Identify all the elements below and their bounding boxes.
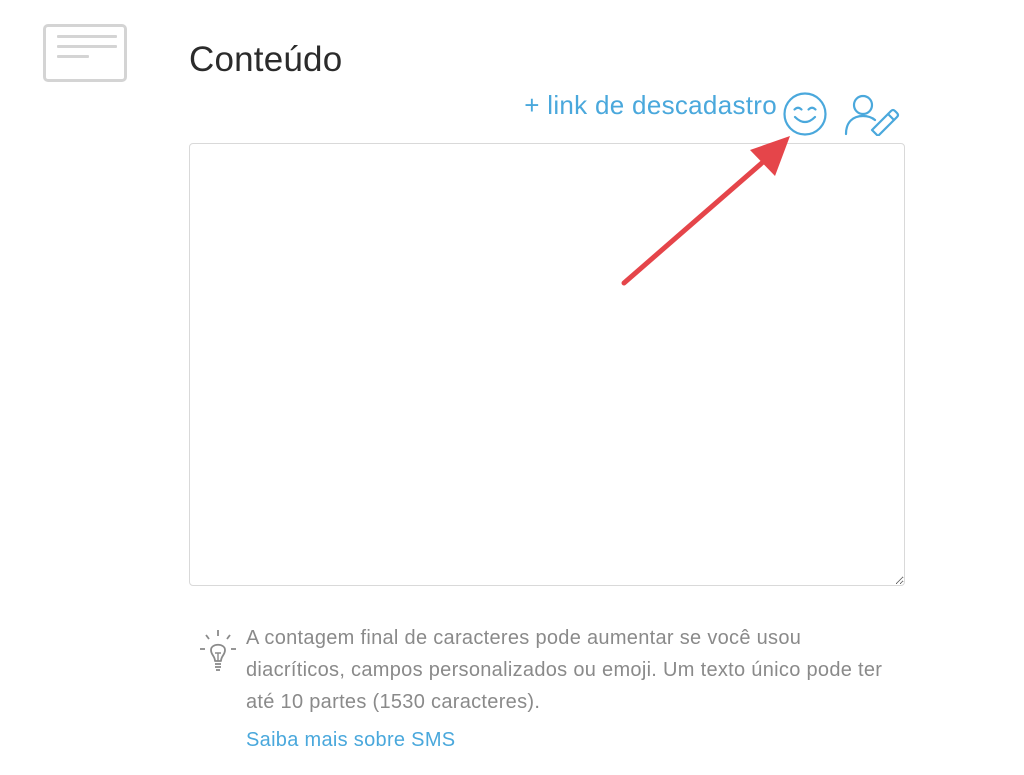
person-pencil-icon <box>844 94 900 138</box>
add-unsubscribe-link[interactable]: + link de descadastro <box>524 90 777 121</box>
learn-more-sms-link[interactable]: Saiba mais sobre SMS <box>246 729 455 752</box>
content-editor-page: Conteúdo + link de descadastro A contage… <box>0 0 1024 775</box>
personalization-button[interactable] <box>842 92 900 138</box>
section-title: Conteúdo <box>189 40 343 79</box>
editor-toolbar: + link de descadastro <box>500 86 905 138</box>
emoji-button[interactable] <box>781 90 829 138</box>
content-textarea[interactable] <box>189 143 905 586</box>
message-card-icon <box>43 24 127 82</box>
lightbulb-icon <box>197 628 239 674</box>
smiley-face-icon <box>783 92 827 136</box>
character-count-tip: A contagem final de caracteres pode aume… <box>246 627 883 713</box>
